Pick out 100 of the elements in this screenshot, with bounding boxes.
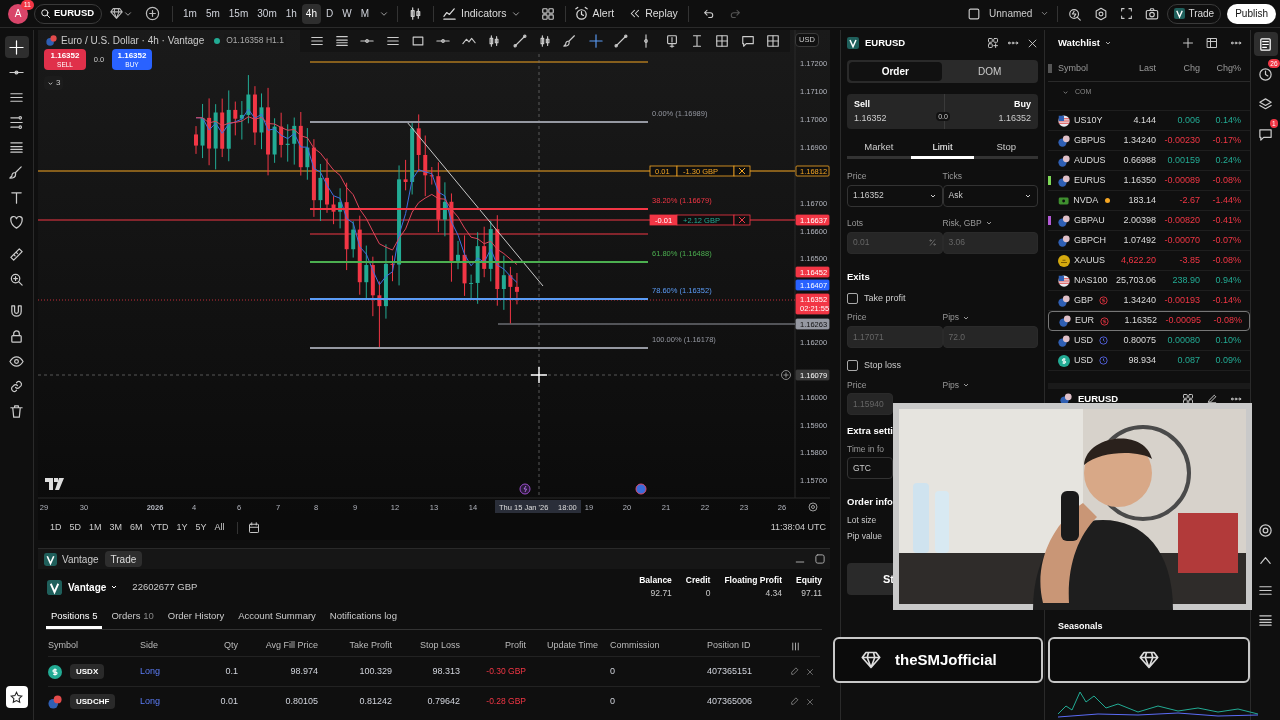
globe-event-icon[interactable]	[635, 483, 647, 495]
timeframe-tab[interactable]: 30m	[253, 3, 281, 24]
column-header[interactable]: Symbol	[1058, 61, 1088, 76]
submit-button[interactable]: St	[847, 563, 893, 595]
layout-name[interactable]: Unnamed	[989, 6, 1033, 21]
horizontal-lines-icon[interactable]	[385, 34, 400, 48]
symbol-tag[interactable]: USDCHF	[70, 694, 116, 709]
watchlist-row[interactable]: NAS100 25,703.06 238.90 0.94%	[1048, 271, 1250, 291]
column-header[interactable]: Avg Fill Price	[238, 639, 318, 653]
watchlist-row[interactable]: GBPUS 1.34240 -0.00230 -0.17%	[1048, 131, 1250, 151]
timeframe-tab[interactable]: D	[321, 3, 338, 24]
timeframe-tab[interactable]: 1m	[179, 3, 201, 24]
checkbox-square-icon[interactable]	[967, 6, 982, 21]
candles-icon[interactable]	[537, 34, 552, 48]
timeframe-tab[interactable]: 5m	[201, 3, 224, 24]
timeframe-tab[interactable]: 1h	[281, 3, 301, 24]
zoom-flash-icon[interactable]	[1068, 6, 1083, 21]
table-icon[interactable]	[766, 34, 781, 48]
grid-icon[interactable]	[1182, 393, 1194, 405]
grid-icon[interactable]	[715, 34, 730, 48]
rectangle-icon[interactable]	[411, 34, 426, 48]
time-in-force-dropdown[interactable]: GTC	[847, 457, 893, 480]
timeframe-tab[interactable]: W	[338, 3, 356, 24]
panel-tab[interactable]: Positions 5	[46, 607, 103, 629]
maximize-icon[interactable]	[814, 553, 826, 565]
timeframe-tab[interactable]: M	[356, 3, 373, 24]
account-dropdown[interactable]: Vantage	[68, 579, 119, 595]
comment-icon[interactable]	[740, 34, 755, 48]
target-icon[interactable]	[1258, 522, 1273, 538]
panel-tab[interactable]: Order History	[162, 607, 230, 629]
chat-icon[interactable]	[1258, 126, 1273, 142]
time-range-button[interactable]: 1Y	[172, 520, 192, 535]
replay-button[interactable]: Replay	[628, 5, 678, 22]
trade-tab[interactable]: Trade	[104, 551, 143, 567]
price-field[interactable]: 1.16352	[847, 184, 943, 207]
chevron-down-icon[interactable]	[1040, 9, 1050, 18]
candles-icon[interactable]	[408, 6, 423, 21]
time-range-button[interactable]: 1D	[46, 520, 66, 535]
watchlist-row[interactable]: EURUS 1.16350 -0.00089 -0.08%	[1048, 171, 1250, 191]
column-header[interactable]: Take Profit	[318, 639, 392, 653]
time-range-button[interactable]: All	[210, 520, 229, 535]
favorites-button[interactable]	[5, 686, 28, 708]
watchlist-row[interactable]: GBPCH 1.07492 -0.00070 -0.07%	[1048, 231, 1250, 251]
pips-dropdown[interactable]: Pips	[942, 311, 1038, 324]
column-header[interactable]: Symbol	[48, 639, 140, 653]
time-range-button[interactable]: 1M	[85, 520, 106, 535]
indicators-toggle[interactable]: 3	[44, 76, 64, 90]
trend-line-icon[interactable]	[512, 34, 527, 48]
time-range-button[interactable]: 3M	[105, 520, 127, 535]
order-tab[interactable]: Order	[849, 62, 942, 81]
percent-icon[interactable]	[927, 238, 937, 247]
column-header[interactable]: Qty	[200, 639, 238, 653]
alarm-clock-icon[interactable]	[1258, 66, 1273, 82]
columns-icon[interactable]	[790, 640, 801, 652]
column-header[interactable]: Chg%	[1200, 61, 1241, 76]
watchlist-row[interactable]: US10Y 4.144 0.006 0.14%	[1048, 111, 1250, 131]
camera-icon[interactable]	[1145, 6, 1160, 21]
checkbox[interactable]	[847, 293, 858, 304]
candles-icon[interactable]	[487, 34, 502, 48]
time-range-button[interactable]: 5D	[65, 520, 86, 535]
panel-tab[interactable]: Notifications log	[324, 607, 402, 629]
close-icon[interactable]	[733, 165, 751, 177]
timeframe-tab[interactable]: 15m	[224, 3, 253, 24]
checkbox[interactable]	[847, 360, 858, 372]
close-icon[interactable]	[733, 214, 751, 226]
order-tab[interactable]: DOM	[943, 62, 1036, 81]
indicators-button[interactable]: Indicators	[442, 5, 507, 22]
time-range-button[interactable]: YTD	[146, 520, 173, 535]
column-header[interactable]: Chg	[1156, 61, 1200, 76]
watchlist-icon[interactable]	[1258, 36, 1273, 52]
alert-button[interactable]: Alert	[573, 5, 615, 22]
order-type-tab[interactable]: Stop	[974, 139, 1038, 159]
watchlist-row[interactable]: GBPAU 2.00398 -0.00820 -0.41%	[1048, 211, 1250, 231]
undo-icon[interactable]	[702, 7, 716, 20]
settings-icon[interactable]	[1094, 6, 1109, 21]
fullscreen-icon[interactable]	[1120, 7, 1134, 20]
chevron-down-icon[interactable]	[1062, 88, 1069, 96]
edit-icon[interactable]	[1206, 393, 1218, 405]
time-range-button[interactable]: 5Y	[191, 520, 211, 535]
timeframe-tab[interactable]: 4h	[301, 3, 321, 24]
panel-tab[interactable]: Orders 10	[106, 607, 159, 629]
symbol-tag[interactable]: USDX	[70, 664, 105, 679]
price-label-icon[interactable]	[664, 34, 679, 48]
column-header[interactable]: Update Time	[526, 639, 610, 653]
watchlist-row[interactable]: USD 98.934 0.087 0.09%	[1048, 351, 1250, 371]
watchlist-row[interactable]: USD 0.80075 0.00080 0.10%	[1048, 331, 1250, 351]
watchlist-row[interactable]: GBP 1.34240 -0.00193 -0.14%	[1048, 291, 1250, 311]
order-type-tab[interactable]: Market	[847, 139, 911, 159]
crosshair-icon[interactable]	[4, 36, 29, 58]
trend-line-icon[interactable]	[614, 34, 628, 48]
watchlist-row[interactable]: EUR 1.16352 -0.00095 -0.08%	[1048, 311, 1250, 331]
layout-grid-icon[interactable]	[540, 6, 555, 21]
add-icon[interactable]	[1182, 37, 1194, 49]
panel-tab[interactable]: Account Summary	[233, 607, 321, 629]
watchlist-row[interactable]: XAUUS 4,622.20 -3.85 -0.08%	[1048, 251, 1250, 271]
column-header[interactable]: Commission	[610, 639, 707, 653]
add-widget-icon[interactable]	[987, 37, 999, 49]
risk-dropdown[interactable]: Risk, GBP	[942, 216, 1038, 230]
list-lines-icon[interactable]	[335, 34, 350, 48]
table-icon[interactable]	[1206, 37, 1218, 49]
